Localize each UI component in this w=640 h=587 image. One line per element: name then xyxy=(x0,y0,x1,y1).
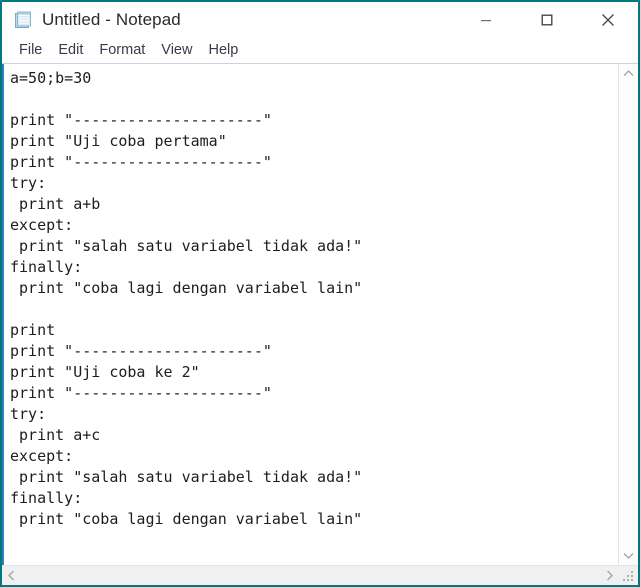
menu-item-edit[interactable]: Edit xyxy=(50,38,91,63)
menu-item-file[interactable]: File xyxy=(11,38,50,63)
close-icon xyxy=(601,14,614,26)
chevron-left-icon xyxy=(8,570,14,581)
minimize-button[interactable] xyxy=(455,2,516,38)
maximize-icon xyxy=(541,14,552,26)
vertical-scrollbar[interactable] xyxy=(618,64,638,565)
notepad-icon xyxy=(13,10,33,30)
minimize-icon xyxy=(480,20,491,22)
chevron-down-icon xyxy=(623,553,634,559)
menu-bar: File Edit Format View Help xyxy=(2,38,638,63)
title-bar[interactable]: Untitled - Notepad xyxy=(2,2,638,38)
maximize-button[interactable] xyxy=(516,2,577,38)
window-controls xyxy=(455,2,638,38)
editor-row: a=50;b=30 print "---------------------" … xyxy=(2,64,638,565)
scroll-down-button[interactable] xyxy=(619,546,638,565)
vertical-scroll-track[interactable] xyxy=(619,83,638,546)
horizontal-scrollbar-row xyxy=(2,565,638,585)
menu-item-format[interactable]: Format xyxy=(91,38,153,63)
window-title: Untitled - Notepad xyxy=(42,10,181,29)
chevron-right-icon xyxy=(607,570,613,581)
text-editor[interactable]: a=50;b=30 print "---------------------" … xyxy=(2,64,618,565)
close-button[interactable] xyxy=(577,2,638,38)
scroll-right-button[interactable] xyxy=(600,566,619,585)
menu-item-view[interactable]: View xyxy=(153,38,200,63)
menu-item-help[interactable]: Help xyxy=(200,38,246,63)
chevron-up-icon xyxy=(623,70,634,76)
notepad-window: Untitled - Notepad File Edit Format View… xyxy=(0,0,640,587)
resize-grip-icon[interactable] xyxy=(619,566,638,585)
horizontal-scrollbar[interactable] xyxy=(2,566,619,585)
scroll-up-button[interactable] xyxy=(619,64,638,83)
client-area: a=50;b=30 print "---------------------" … xyxy=(2,63,638,585)
editor-content[interactable]: a=50;b=30 print "---------------------" … xyxy=(4,68,618,530)
scroll-left-button[interactable] xyxy=(2,566,21,585)
